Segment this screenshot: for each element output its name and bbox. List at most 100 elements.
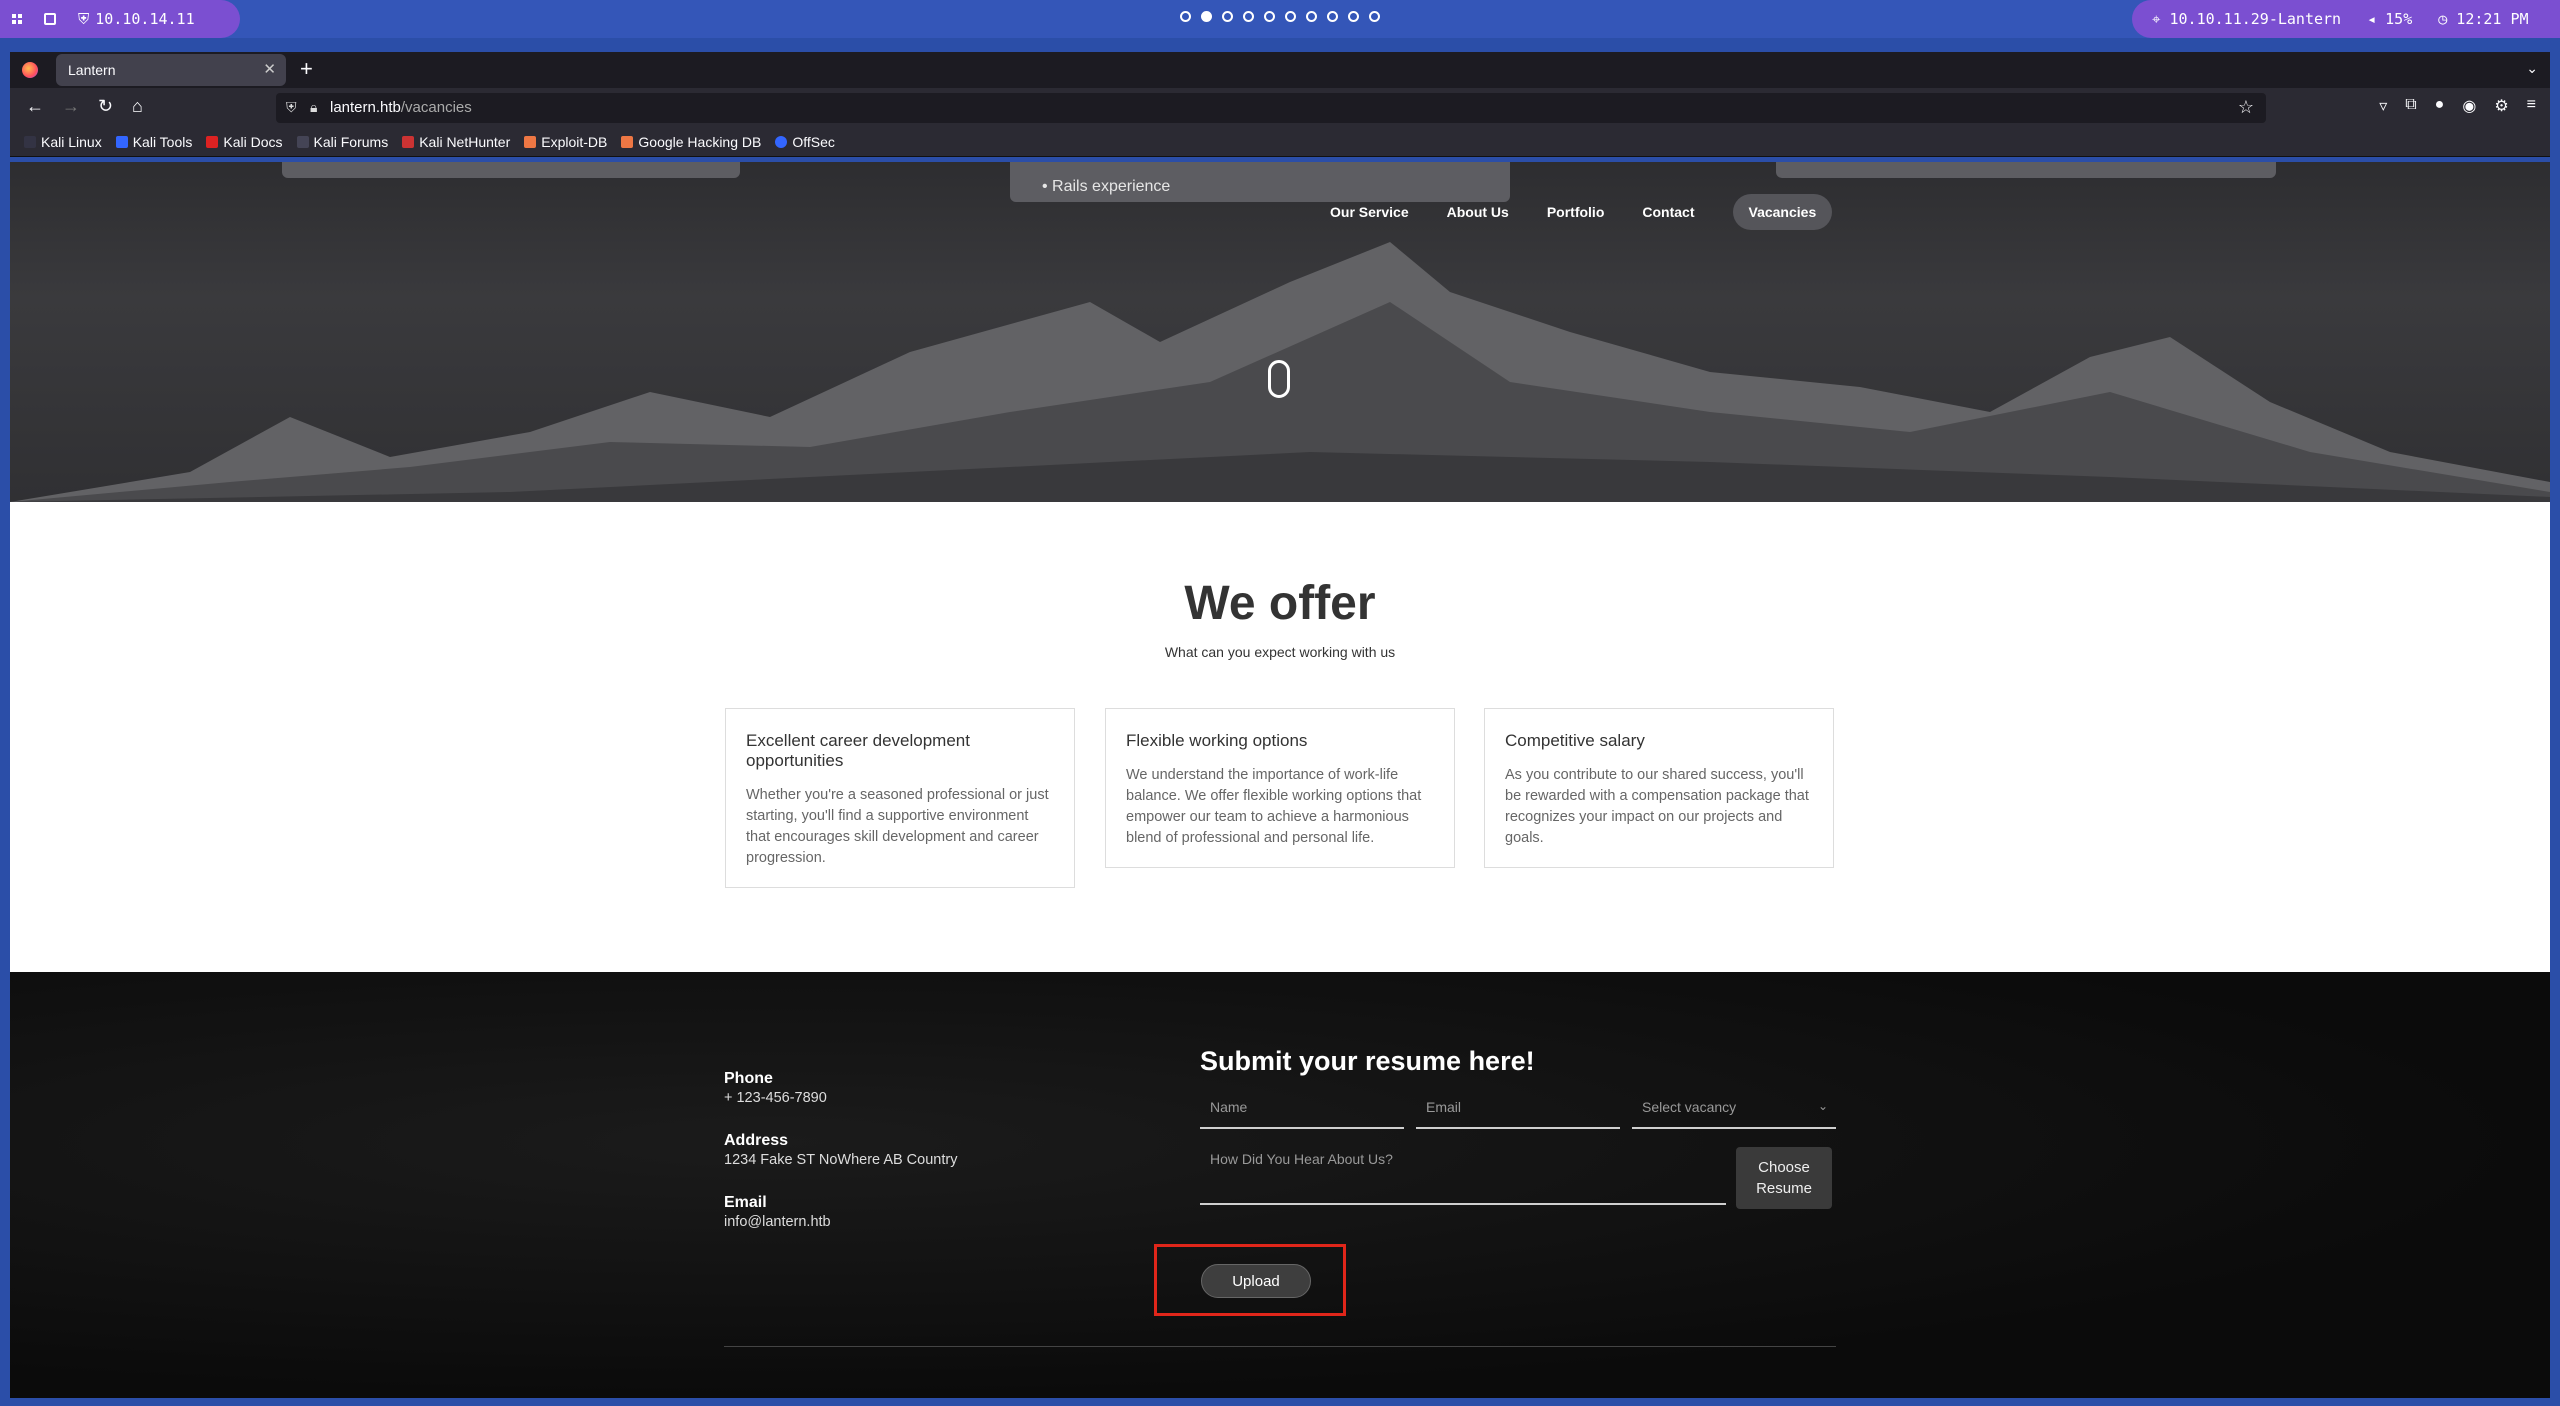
contact-info: Phone + 123-456-7890 Address 1234 Fake S… xyxy=(724,1070,957,1256)
nav-about-us[interactable]: About Us xyxy=(1447,204,1509,220)
workspace-dot[interactable] xyxy=(1306,11,1317,22)
tools-icon xyxy=(115,136,128,148)
workspace-dot[interactable] xyxy=(1180,11,1191,22)
shield-icon: ⛨ xyxy=(78,10,90,28)
tab-bar: Lantern ✕ + ⌄ xyxy=(10,52,2550,88)
email-input[interactable]: Email xyxy=(1416,1099,1620,1129)
forward-icon[interactable]: → xyxy=(62,96,80,117)
dropdown-card-right xyxy=(1776,162,2276,178)
local-ip: 10.10.14.11 xyxy=(95,10,195,28)
card-title: Excellent career development opportuniti… xyxy=(746,731,970,770)
upload-button[interactable]: Upload xyxy=(1201,1264,1311,1298)
offer-card: Competitive salary As you contribute to … xyxy=(1484,708,1834,868)
volume-indicator[interactable]: ◂ 15% xyxy=(2367,10,2412,28)
workspace-dot[interactable] xyxy=(1369,11,1380,22)
offer-subtitle: What can you expect working with us xyxy=(1164,644,1396,660)
page-viewport: • Rails experience Our Service About Us … xyxy=(10,162,2550,1398)
dropdown-item[interactable]: • Rails experience xyxy=(1042,178,1170,196)
home-icon[interactable]: ⌂ xyxy=(132,96,143,117)
choose-resume-button[interactable]: Choose Resume xyxy=(1736,1147,1832,1209)
tracking-shield-icon[interactable]: ⛨ xyxy=(286,99,297,116)
toolbar-right: ▿ ⧉ ● ◉ ⚙ ≡ xyxy=(2379,96,2536,116)
bookmark-kali-tools[interactable]: Kali Tools xyxy=(115,134,192,150)
clock: ◷ 12:21 PM xyxy=(2438,10,2529,28)
offer-card: Excellent career development opportuniti… xyxy=(725,708,1075,888)
tab-lantern[interactable]: Lantern ✕ xyxy=(56,54,286,86)
name-input[interactable]: Name xyxy=(1200,1099,1404,1129)
apps-grid-icon[interactable] xyxy=(12,14,22,24)
dropdown-card-left xyxy=(282,162,740,178)
back-icon[interactable]: ← xyxy=(26,96,44,117)
pocket-icon[interactable]: ▿ xyxy=(2379,96,2387,116)
bookmark-kali-nethunter[interactable]: Kali NetHunter xyxy=(402,134,510,150)
offer-title: We offer xyxy=(1184,577,1376,630)
system-right-pill: ⌖ 10.10.11.29-Lantern ◂ 15% ◷ 12:21 PM xyxy=(2132,0,2560,38)
bookmark-exploit-db[interactable]: Exploit-DB xyxy=(524,134,607,150)
phone-label: Phone xyxy=(724,1070,773,1087)
close-tab-icon[interactable]: ✕ xyxy=(263,60,276,78)
menu-icon[interactable]: ≡ xyxy=(2527,96,2536,116)
docs-icon xyxy=(206,136,219,148)
firefox-icon xyxy=(22,62,38,78)
lock-icon[interactable]: 🔒︎ xyxy=(310,99,317,116)
extensions-icon[interactable]: ⧉ xyxy=(2405,96,2416,116)
nav-contact[interactable]: Contact xyxy=(1642,204,1694,220)
nav-vacancies[interactable]: Vacancies xyxy=(1732,194,1833,230)
chevron-down-icon: ⌄ xyxy=(1817,1099,1828,1113)
bookmark-star-icon[interactable]: ☆ xyxy=(2238,97,2254,118)
workspace-dot[interactable] xyxy=(1285,11,1296,22)
hear-about-textarea[interactable]: How Did You Hear About Us? xyxy=(1200,1147,1726,1205)
workspace-dot[interactable] xyxy=(1243,11,1254,22)
workspace-dot[interactable] xyxy=(1264,11,1275,22)
highlight-box: Upload xyxy=(1154,1244,1346,1316)
workspace-dot[interactable] xyxy=(1222,11,1233,22)
card-text: We understand the importance of work-lif… xyxy=(1126,767,1422,846)
workspace-dot-active[interactable] xyxy=(1201,11,1212,22)
settings-gear-icon[interactable]: ⚙ xyxy=(2494,96,2508,116)
card-text: Whether you're a seasoned professional o… xyxy=(746,787,1049,866)
card-text: As you contribute to our shared success,… xyxy=(1505,767,1809,846)
forums-icon xyxy=(296,136,309,148)
footer-section: Phone + 123-456-7890 Address 1234 Fake S… xyxy=(10,972,2550,1398)
bookmark-kali-forums[interactable]: Kali Forums xyxy=(296,134,388,150)
phone-value: + 123-456-7890 xyxy=(724,1090,827,1106)
form-row-top: Name Email Select vacancy ⌄ xyxy=(1200,1099,1836,1129)
bookmark-kali-docs[interactable]: Kali Docs xyxy=(206,134,283,150)
resume-form: Submit your resume here! Name Email Sele… xyxy=(1200,1046,1836,1209)
bookmark-offsec[interactable]: OffSec xyxy=(775,134,835,150)
nav-portfolio[interactable]: Portfolio xyxy=(1547,204,1605,220)
new-tab-icon[interactable]: + xyxy=(300,56,313,82)
card-title: Flexible working options xyxy=(1126,731,1308,750)
nethunter-icon xyxy=(402,136,415,148)
kali-icon xyxy=(24,136,36,148)
bookmark-kali-linux[interactable]: Kali Linux xyxy=(24,134,102,150)
offer-section: We offer What can you expect working wit… xyxy=(10,502,2550,972)
account-icon[interactable]: ◉ xyxy=(2462,96,2476,116)
system-left-pill: ⛨ 10.10.14.11 xyxy=(0,0,240,38)
offsec-icon xyxy=(775,136,788,148)
foxyproxy-icon[interactable]: ● xyxy=(2435,96,2445,116)
main-nav: Our Service About Us Portfolio Contact V… xyxy=(1330,194,1833,230)
nav-our-service[interactable]: Our Service xyxy=(1330,204,1409,220)
url-bar[interactable]: ⛨ 🔒︎ lantern.htb/vacancies ☆ xyxy=(276,93,2266,123)
bookmarks-bar: Kali Linux Kali Tools Kali Docs Kali For… xyxy=(10,128,2550,157)
address-label: Address xyxy=(724,1132,789,1149)
url-text[interactable]: lantern.htb/vacancies xyxy=(330,99,472,116)
card-title: Competitive salary xyxy=(1505,731,1645,750)
workspace-indicator[interactable] xyxy=(1180,11,1380,22)
bookmark-google-hacking-db[interactable]: Google Hacking DB xyxy=(621,134,761,150)
offer-card: Flexible working options We understand t… xyxy=(1105,708,1455,868)
hero-section: • Rails experience Our Service About Us … xyxy=(10,162,2550,502)
address-value: 1234 Fake ST NoWhere AB Country xyxy=(724,1152,958,1168)
scroll-mouse-icon xyxy=(1268,360,1290,398)
vacancy-select[interactable]: Select vacancy ⌄ xyxy=(1632,1099,1836,1129)
reload-icon[interactable]: ↻ xyxy=(98,96,113,117)
form-row-bottom: How Did You Hear About Us? Choose Resume xyxy=(1200,1147,1836,1209)
system-top-bar: ⛨ 10.10.14.11 ⌖ 10.10.11.29-Lantern ◂ 15… xyxy=(0,0,2560,38)
workspace-dot[interactable] xyxy=(1348,11,1359,22)
nav-toolbar: ← → ↻ ⌂ ⛨ 🔒︎ lantern.htb/vacancies ☆ ▿ ⧉… xyxy=(10,88,2550,128)
workspace-dot[interactable] xyxy=(1327,11,1338,22)
list-tabs-icon[interactable]: ⌄ xyxy=(2526,60,2538,77)
window-icon[interactable] xyxy=(44,13,56,25)
target-indicator: ⌖ 10.10.11.29-Lantern xyxy=(2152,10,2342,28)
